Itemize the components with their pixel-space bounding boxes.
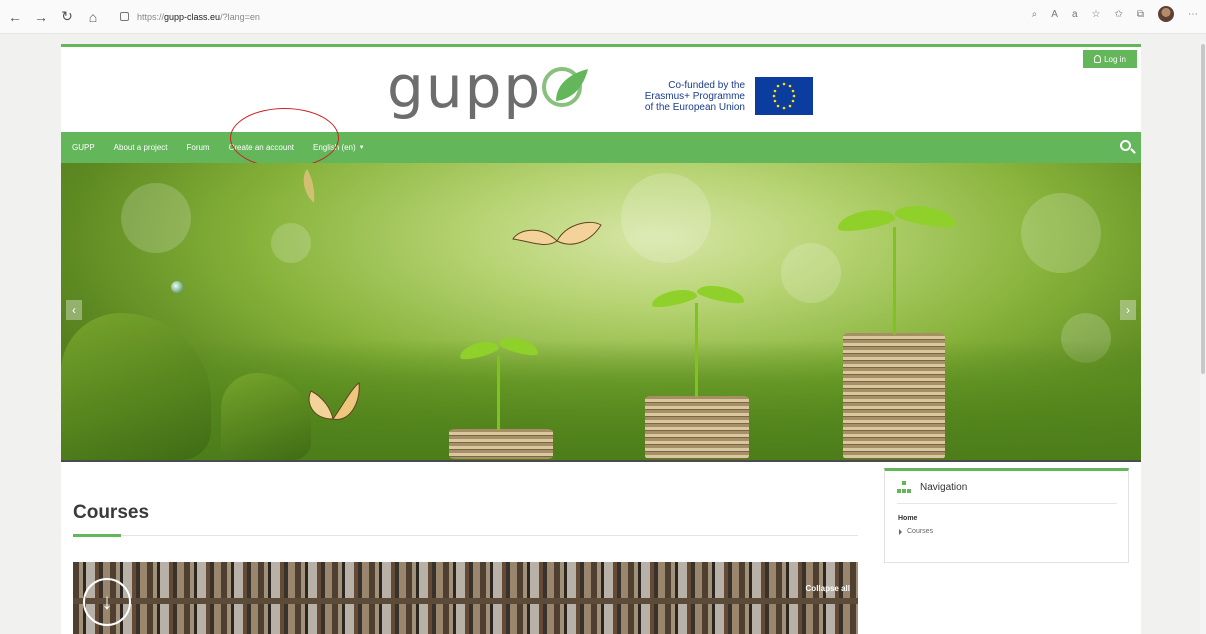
sprout-stem: [497, 356, 500, 430]
leaf-logo-icon: [542, 67, 589, 107]
bokeh-light: [1021, 193, 1101, 273]
back-icon[interactable]: ←: [4, 6, 26, 28]
highlight-annotation: [230, 108, 339, 168]
add-favorite-icon[interactable]: ☆: [1092, 9, 1101, 20]
slider-divider: [61, 460, 1141, 462]
butterfly: [308, 382, 360, 420]
nav-tree-courses-label: Courses: [907, 528, 934, 535]
coin-stack: [843, 333, 945, 459]
browser-toolbar: ← → ↻ ⌂ https://gupp-class.eu/?lang=en ⌕…: [0, 0, 1206, 34]
header-accent-line: [61, 44, 1141, 47]
main-navbar: GUPP About a project Forum Create an acc…: [61, 132, 1141, 163]
navigation-block: Navigation Home Courses: [884, 468, 1129, 563]
read-aloud-icon[interactable]: A: [1051, 9, 1058, 20]
courses-divider-accent: [73, 534, 121, 537]
navigation-block-header: Navigation: [897, 481, 967, 493]
slider-next-button[interactable]: ›: [1120, 300, 1136, 320]
login-button[interactable]: Log in: [1083, 50, 1137, 68]
bokeh-light: [621, 173, 711, 263]
search-page-icon[interactable]: ⌕: [1032, 9, 1038, 20]
home-icon[interactable]: ⌂: [82, 6, 104, 28]
nav-gupp[interactable]: GUPP: [72, 143, 95, 152]
bokeh-light: [121, 183, 191, 253]
courses-divider: [73, 535, 858, 536]
bokeh-light: [781, 243, 841, 303]
forward-icon[interactable]: →: [30, 6, 52, 28]
coin-stack: [645, 396, 749, 459]
sprout-leaf: [650, 286, 698, 310]
page-container: Log in gupp Co-funded by the Erasmus+ Pr…: [61, 44, 1141, 634]
sprout-leaf: [696, 282, 746, 306]
scrollbar-thumb[interactable]: [1201, 44, 1205, 374]
url-host: gupp-class.eu: [164, 11, 221, 22]
course-category-banner: ↓ Collapse all: [73, 562, 858, 634]
dew-drop: [171, 281, 183, 293]
nav-about-project[interactable]: About a project: [114, 143, 168, 152]
sprout-leaf: [893, 201, 959, 231]
url-prefix: https://: [137, 11, 165, 22]
funding-statement: Co-funded by the Erasmus+ Programme of t…: [611, 80, 745, 113]
funded-line-2: Erasmus+ Programme: [644, 91, 745, 102]
site-logo[interactable]: gupp: [387, 58, 590, 116]
profile-avatar[interactable]: [1158, 6, 1174, 22]
login-label: Log in: [1104, 54, 1126, 64]
nav-forum[interactable]: Forum: [186, 143, 209, 152]
navigation-block-title: Navigation: [920, 481, 968, 493]
fern-plant: [61, 313, 211, 460]
collections-icon[interactable]: ⧉: [1137, 9, 1144, 20]
page-scrollbar[interactable]: [1200, 40, 1206, 634]
eu-flag-icon: [755, 77, 813, 115]
user-icon: [1094, 55, 1102, 63]
navigation-block-divider: [897, 503, 1117, 504]
bokeh-light: [271, 223, 311, 263]
courses-heading: Courses: [73, 502, 150, 523]
butterfly: [303, 169, 315, 203]
sitemap-icon: [897, 481, 911, 493]
slider-prev-button[interactable]: ‹: [66, 300, 82, 320]
expand-arrow-icon: [899, 528, 902, 535]
address-bar[interactable]: https://gupp-class.eu/?lang=en: [120, 6, 260, 28]
sprout-stem: [695, 303, 698, 397]
nav-tree-home[interactable]: Home: [898, 515, 917, 522]
collapse-all-link[interactable]: Collapse all: [806, 584, 850, 593]
lock-icon: [120, 12, 129, 21]
logo-text: gupp: [387, 53, 543, 121]
funded-line-1: Co-funded by the: [668, 80, 745, 91]
download-arrow-icon[interactable]: ↓: [83, 578, 131, 626]
butterfly: [512, 221, 602, 245]
funded-line-3: of the European Union: [644, 102, 745, 113]
favorites-icon[interactable]: ✩: [1114, 9, 1122, 20]
url-path: /?lang=en: [220, 11, 260, 22]
refresh-icon[interactable]: ↻: [56, 6, 78, 28]
translate-icon[interactable]: a: [1072, 9, 1078, 20]
sprout-stem: [893, 227, 896, 335]
search-icon[interactable]: [1120, 140, 1131, 151]
nav-tree-courses[interactable]: Courses: [899, 528, 933, 535]
hero-slider: ‹ ›: [61, 163, 1141, 460]
caret-down-icon: ▼: [358, 144, 365, 151]
coin-stack: [449, 429, 553, 459]
more-options-icon[interactable]: ⋯: [1188, 9, 1198, 20]
banner-overlay: [73, 562, 858, 634]
sprout-leaf: [835, 206, 897, 234]
